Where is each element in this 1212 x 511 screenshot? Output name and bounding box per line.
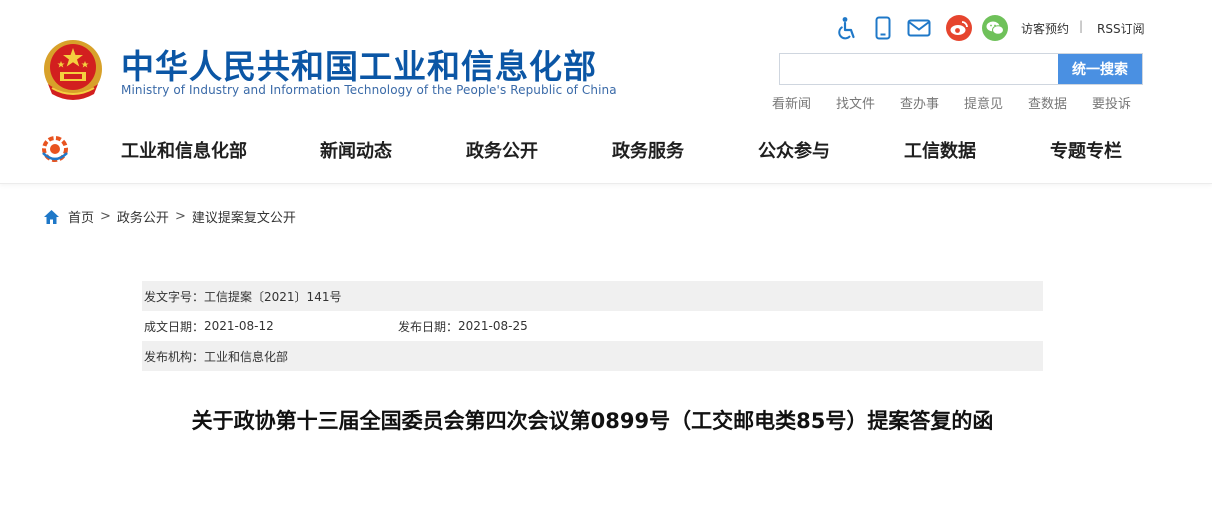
published-date-value: 2021-08-25 — [458, 319, 528, 333]
issuer-value: 工业和信息化部 — [204, 349, 289, 364]
breadcrumb-government-affairs[interactable]: 政务公开 — [117, 207, 169, 226]
site-subtitle-en: Ministry of Industry and Information Tec… — [121, 83, 617, 97]
search-button[interactable]: 统一搜索 — [1058, 54, 1142, 84]
meta-row-dates: 成文日期： 2021-08-12 发布日期： 2021-08-25 — [142, 311, 1043, 341]
quick-link-complaint[interactable]: 要投诉 — [1092, 93, 1156, 112]
site-header: 中华人民共和国工业和信息化部 Ministry of Industry and … — [0, 0, 1212, 184]
weibo-icon[interactable] — [946, 15, 972, 41]
breadcrumb-proposal-replies[interactable]: 建议提案复文公开 — [192, 207, 296, 226]
search-box: 统一搜索 — [779, 53, 1143, 85]
wechat-icon[interactable] — [982, 15, 1008, 41]
accessibility-icon[interactable] — [834, 15, 860, 41]
published-date-label: 发布日期： — [398, 319, 459, 334]
national-emblem-icon[interactable] — [42, 38, 104, 104]
doc-number: 发文字号： 工信提案〔2021〕141号 — [144, 281, 341, 311]
site-title[interactable]: 中华人民共和国工业和信息化部 — [121, 40, 597, 88]
breadcrumb: 首页 > 政务公开 > 建议提案复文公开 — [43, 207, 296, 226]
issuer-label: 发布机构： — [144, 349, 205, 364]
breadcrumb-separator: > — [174, 209, 186, 224]
quick-link-news[interactable]: 看新闻 — [772, 93, 836, 112]
meta-row-doc-number: 发文字号： 工信提案〔2021〕141号 — [142, 281, 1043, 311]
visitor-booking-link[interactable]: 访客预约 — [1021, 20, 1069, 37]
doc-number-label: 发文字号： — [144, 289, 205, 304]
nav-item-data[interactable]: 工信数据 — [904, 137, 976, 163]
meta-row-issuer: 发布机构： 工业和信息化部 — [142, 341, 1043, 371]
miit-logo-icon[interactable] — [40, 135, 70, 163]
home-icon[interactable] — [43, 209, 60, 225]
nav-item-news[interactable]: 新闻动态 — [320, 137, 392, 163]
quick-links: 看新闻 找文件 查办事 提意见 查数据 要投诉 — [772, 93, 1156, 112]
quick-link-services[interactable]: 查办事 — [900, 93, 964, 112]
search-input[interactable] — [780, 54, 1058, 84]
created-date: 成文日期： 2021-08-12 — [144, 311, 274, 341]
mobile-icon[interactable] — [870, 15, 896, 41]
published-date: 发布日期： 2021-08-25 — [398, 311, 528, 341]
breadcrumb-home[interactable]: 首页 — [68, 207, 94, 226]
nav-item-government-services[interactable]: 政务服务 — [612, 137, 684, 163]
toolbar-separator: | — [1079, 19, 1084, 33]
rss-link[interactable]: RSS订阅 — [1097, 20, 1145, 37]
nav-item-special-topics[interactable]: 专题专栏 — [1050, 137, 1122, 163]
article-title: 关于政协第十三届全国委员会第四次会议第0899号（工交邮电类85号）提案答复的函 — [191, 409, 994, 433]
breadcrumb-separator: > — [100, 209, 111, 224]
created-date-value: 2021-08-12 — [204, 319, 274, 333]
quick-link-feedback[interactable]: 提意见 — [964, 93, 1028, 112]
toolbar-icons — [834, 14, 1018, 42]
document-meta-table: 发文字号： 工信提案〔2021〕141号 成文日期： 2021-08-12 发布… — [142, 281, 1043, 371]
created-date-label: 成文日期： — [144, 319, 205, 334]
doc-number-value: 工信提案〔2021〕141号 — [204, 289, 342, 304]
nav-item-public-participation[interactable]: 公众参与 — [758, 137, 830, 163]
quick-link-files[interactable]: 找文件 — [836, 93, 900, 112]
mail-icon[interactable] — [906, 15, 932, 41]
issuer: 发布机构： 工业和信息化部 — [144, 341, 288, 371]
nav-item-ministry[interactable]: 工业和信息化部 — [121, 137, 247, 163]
quick-link-data[interactable]: 查数据 — [1028, 93, 1092, 112]
nav-item-government-affairs[interactable]: 政务公开 — [466, 137, 538, 163]
